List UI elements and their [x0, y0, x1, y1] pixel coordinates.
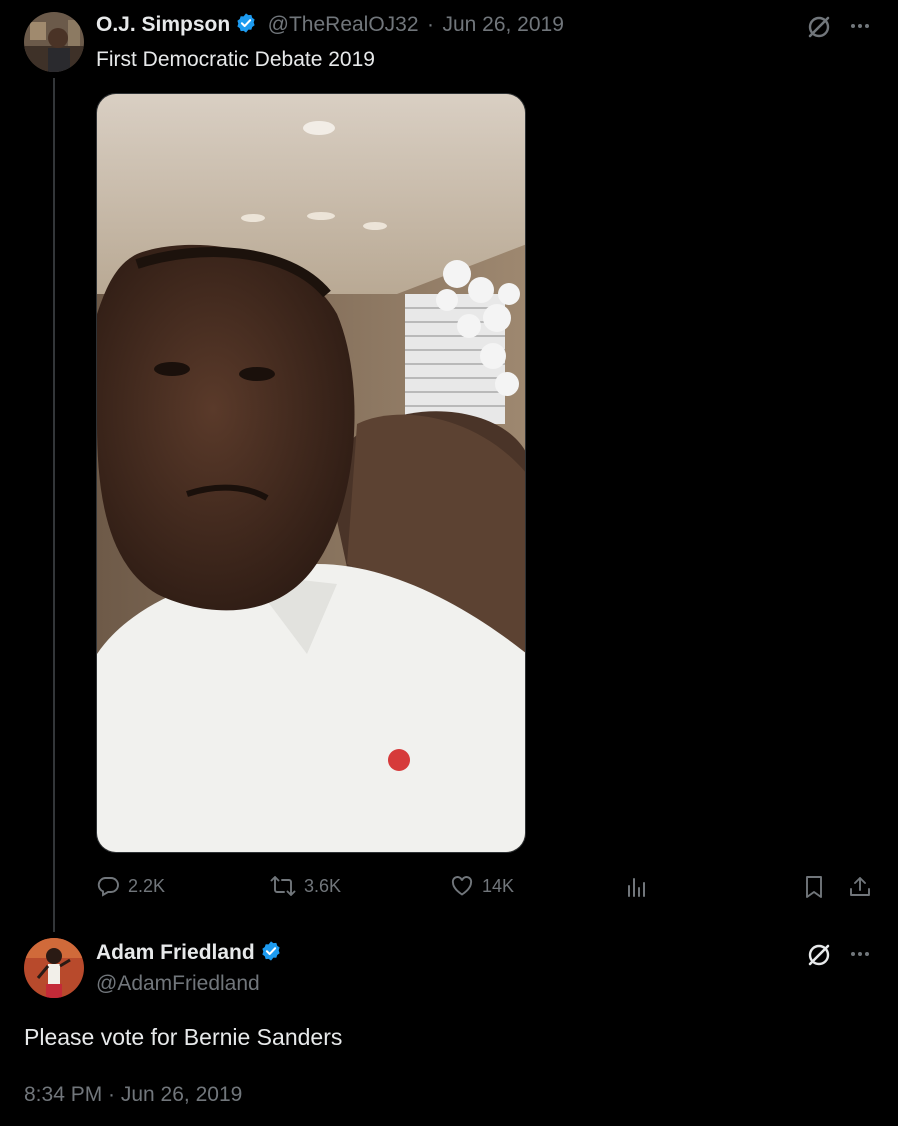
grok-icon[interactable]: [806, 14, 832, 45]
oj-avatar[interactable]: [24, 12, 84, 72]
reply-icon: [96, 874, 120, 898]
bookmark-button[interactable]: [803, 875, 825, 899]
reply-header: Adam Friedland: [96, 940, 282, 967]
like-icon: [450, 874, 474, 898]
like-count: 14K: [482, 875, 515, 896]
tweet-header: O.J. Simpson @TheRealOJ32 · Jun 26, 2019: [96, 12, 564, 39]
like-button[interactable]: 14K: [450, 874, 514, 898]
share-icon: [848, 875, 872, 899]
reply-button[interactable]: 2.2K: [96, 874, 165, 898]
separator-dot: ·: [427, 13, 434, 36]
tweet-date[interactable]: Jun 26, 2019: [442, 13, 563, 36]
verified-badge-icon: [260, 940, 282, 967]
views-icon: [626, 876, 648, 898]
video-thumbnail[interactable]: [96, 93, 526, 853]
reply-author-name[interactable]: Adam Friedland: [96, 941, 255, 964]
reply-text: Please vote for Bernie Sanders: [24, 1024, 343, 1050]
more-icon[interactable]: [848, 942, 872, 971]
share-button[interactable]: [848, 875, 872, 899]
author-handle[interactable]: @TheRealOJ32: [268, 13, 419, 36]
adam-avatar[interactable]: [24, 938, 84, 998]
verified-badge-icon: [235, 12, 257, 39]
reply-count: 2.2K: [128, 875, 166, 896]
bookmark-icon: [803, 875, 825, 899]
thread-line: [53, 78, 55, 932]
reply-author-handle[interactable]: @AdamFriedland: [96, 972, 260, 996]
more-icon[interactable]: [848, 14, 872, 43]
grok-icon[interactable]: [806, 942, 832, 973]
author-name[interactable]: O.J. Simpson: [96, 13, 230, 36]
tweet-text: First Democratic Debate 2019: [96, 48, 375, 71]
reply-timestamp[interactable]: 8:34 PM · Jun 26, 2019: [24, 1083, 242, 1107]
views-button[interactable]: [626, 876, 648, 898]
repost-icon: [270, 874, 296, 898]
repost-count: 3.6K: [304, 875, 342, 896]
repost-button[interactable]: 3.6K: [270, 874, 341, 898]
